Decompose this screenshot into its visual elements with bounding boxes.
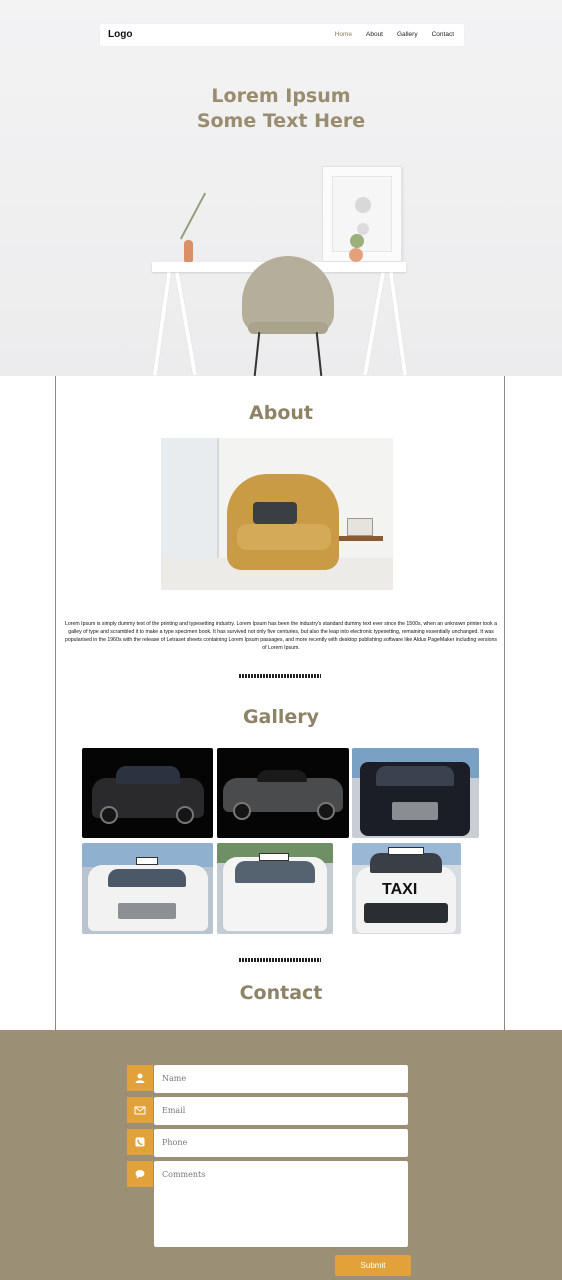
gallery-image-1[interactable] (82, 748, 213, 838)
gallery-title: Gallery (242, 706, 320, 728)
about-title: About (249, 402, 313, 424)
gallery-image-4[interactable] (82, 843, 213, 934)
nav-about[interactable]: About (366, 31, 383, 38)
content-card: About Lorem Ipsum is simply dummy text o… (55, 376, 505, 1030)
nav-links: Home About Gallery Contact (335, 31, 454, 38)
contact-title: Contact (239, 982, 323, 1004)
phone-icon (127, 1129, 153, 1155)
hero-section: Logo Home About Gallery Contact Lorem Ip… (0, 0, 562, 376)
navbar: Logo Home About Gallery Contact (100, 24, 464, 46)
potted-plant (350, 234, 364, 248)
wall-frame-image (322, 166, 402, 262)
gallery-grid: TAXI (82, 748, 482, 934)
divider-2 (239, 958, 321, 962)
plant-stem (179, 192, 207, 240)
email-field[interactable]: Email (154, 1097, 408, 1125)
nav-home[interactable]: Home (335, 31, 352, 38)
logo[interactable]: Logo (108, 29, 132, 40)
nav-gallery[interactable]: Gallery (397, 31, 418, 38)
comment-icon (127, 1161, 153, 1187)
about-text: Lorem Ipsum is simply dummy text of the … (65, 621, 497, 651)
gallery-image-2[interactable] (217, 748, 349, 838)
gallery-image-3[interactable] (352, 748, 479, 838)
hero-line-1: Lorem Ipsum (211, 85, 351, 107)
hero-line-2: Some Text Here (196, 110, 366, 132)
about-image (161, 438, 393, 590)
taxi-label: TAXI (382, 881, 418, 898)
submit-button[interactable]: Submit (335, 1255, 411, 1276)
comments-field[interactable]: Comments (154, 1161, 408, 1247)
user-icon (127, 1065, 153, 1091)
plant-pot (349, 248, 363, 262)
gallery-image-5[interactable] (217, 843, 333, 934)
gallery-image-6[interactable]: TAXI (352, 843, 461, 934)
envelope-icon (127, 1097, 153, 1123)
divider (239, 674, 321, 678)
hero-title: Lorem Ipsum Some Text Here (0, 84, 562, 134)
phone-field[interactable]: Phone (154, 1129, 408, 1157)
nav-contact[interactable]: Contact (432, 31, 454, 38)
name-field[interactable]: Name (154, 1065, 408, 1093)
vase (184, 240, 193, 262)
